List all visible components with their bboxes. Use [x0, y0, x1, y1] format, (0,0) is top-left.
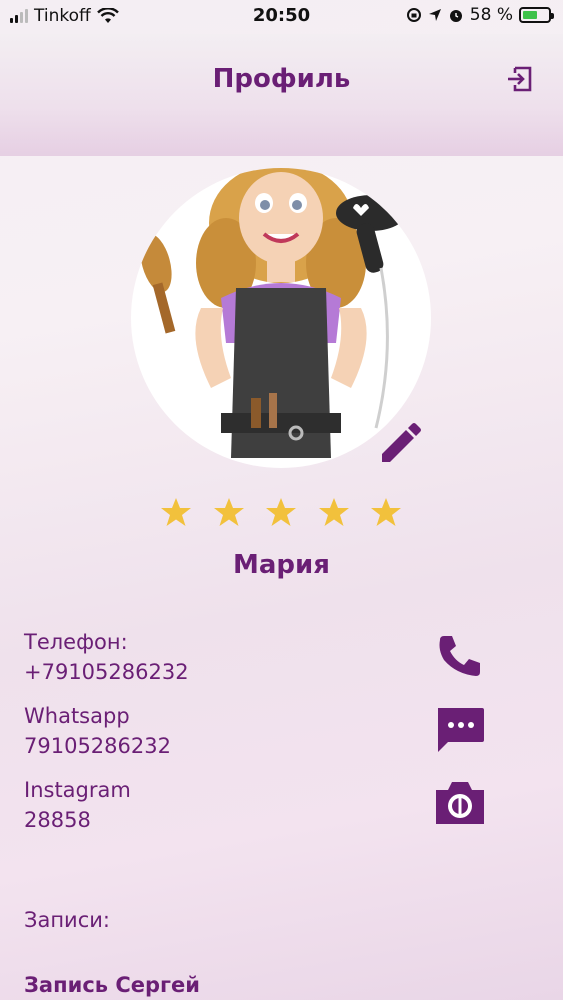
profile-name: Мария	[233, 550, 330, 580]
star-icon	[318, 498, 349, 526]
chat-icon[interactable]	[434, 704, 486, 754]
records-label: Записи:	[24, 908, 110, 932]
alarm-icon	[449, 10, 462, 22]
battery-icon	[519, 7, 554, 23]
phone-icon[interactable]	[434, 630, 486, 680]
star-icon	[213, 498, 244, 526]
orientation-lock-icon	[406, 8, 421, 22]
status-bar: Tinkoff 20:50 58 %	[0, 0, 563, 34]
status-right: 58 %	[406, 5, 554, 25]
location-icon	[428, 9, 441, 21]
phone-label: Телефон:	[24, 630, 128, 654]
whatsapp-value: 79105286232	[24, 734, 171, 758]
whatsapp-label: Whatsapp	[24, 704, 130, 728]
logout-icon[interactable]	[505, 64, 535, 94]
phone-value: +79105286232	[24, 660, 189, 684]
instagram-value: 28858	[24, 808, 91, 832]
header: Профиль	[0, 34, 563, 156]
star-icon	[371, 498, 401, 526]
star-icon	[161, 498, 191, 526]
star-icon	[266, 498, 296, 526]
rating-stars	[160, 496, 402, 532]
record-item[interactable]: Запись Сергей	[24, 973, 200, 997]
instagram-label: Instagram	[24, 778, 131, 802]
camera-icon[interactable]	[434, 778, 486, 828]
battery-percent: 58 %	[469, 5, 513, 25]
edit-icon[interactable]	[376, 416, 424, 464]
page-title: Профиль	[212, 64, 351, 94]
